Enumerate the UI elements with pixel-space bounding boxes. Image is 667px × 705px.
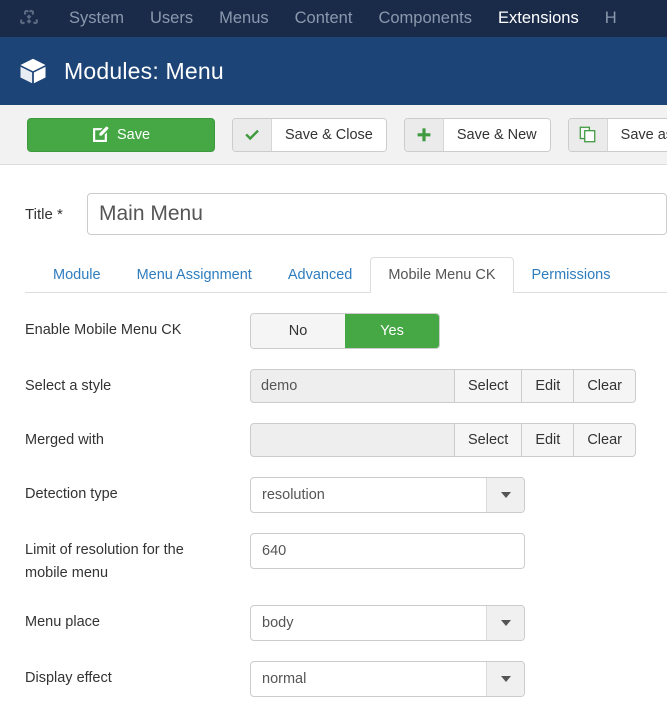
field-row-merged: Merged with Select Edit Clear xyxy=(25,403,667,457)
field-row-detection: Detection type resolution xyxy=(25,457,667,513)
menu-place-label: Menu place xyxy=(25,614,100,630)
style-select-button[interactable]: Select xyxy=(455,369,523,403)
save-new-label: Save & New xyxy=(443,118,550,151)
tab-advanced[interactable]: Advanced xyxy=(270,257,371,293)
tab-bar: Module Menu Assignment Advanced Mobile M… xyxy=(25,257,667,293)
enable-option-no[interactable]: No xyxy=(251,314,345,348)
style-edit-button[interactable]: Edit xyxy=(522,369,575,403)
check-icon xyxy=(233,118,272,151)
enable-toggle[interactable]: No Yes xyxy=(250,313,440,349)
page-title: Modules: Menu xyxy=(64,57,224,84)
limit-label-line1: Limit of resolution for the xyxy=(25,542,184,558)
enable-label: Enable Mobile Menu CK xyxy=(25,322,182,338)
field-row-enable: Enable Mobile Menu CK No Yes xyxy=(25,293,667,349)
nav-item-users[interactable]: Users xyxy=(137,0,206,37)
menu-place-value: body xyxy=(262,615,294,631)
display-effect-label: Display effect xyxy=(25,670,112,686)
merged-select-button[interactable]: Select xyxy=(455,423,523,457)
nav-item-menus[interactable]: Menus xyxy=(206,0,282,37)
style-media-field: Select Edit Clear xyxy=(250,369,636,403)
detection-type-select[interactable]: resolution xyxy=(250,477,525,513)
cube-icon xyxy=(20,58,46,84)
detection-type-value: resolution xyxy=(262,487,325,503)
save-close-label: Save & Close xyxy=(272,118,386,151)
field-row-limit: Limit of resolution for the mobile menu xyxy=(25,513,667,585)
style-clear-button[interactable]: Clear xyxy=(574,369,636,403)
save-close-button[interactable]: Save & Close xyxy=(232,117,387,152)
save-button-label: Save xyxy=(116,126,151,143)
display-effect-value: normal xyxy=(262,671,307,687)
plus-icon xyxy=(404,118,444,151)
chevron-down-icon xyxy=(486,606,524,640)
nav-item-extensions[interactable]: Extensions xyxy=(485,0,592,37)
title-row: Title * xyxy=(25,165,667,257)
copy-icon xyxy=(568,118,608,151)
limit-label-line2: mobile menu xyxy=(25,565,109,581)
style-label: Select a style xyxy=(25,378,112,394)
joomla-logo-icon[interactable] xyxy=(18,8,40,30)
save-button[interactable]: Save xyxy=(27,117,215,152)
tab-menu-assignment[interactable]: Menu Assignment xyxy=(119,257,270,293)
field-row-menu-place: Menu place body xyxy=(25,585,667,641)
chevron-down-icon xyxy=(486,662,524,696)
save-copy-button[interactable]: Save as Co xyxy=(567,117,667,152)
title-input[interactable] xyxy=(87,193,667,235)
nav-item-system[interactable]: System xyxy=(56,0,137,37)
limit-input[interactable] xyxy=(250,533,525,569)
admin-nav-bar: System Users Menus Content Components Ex… xyxy=(0,0,667,37)
limit-label: Limit of resolution for the mobile menu xyxy=(25,533,250,585)
enable-option-yes[interactable]: Yes xyxy=(345,314,439,348)
merged-media-field: Select Edit Clear xyxy=(250,423,636,457)
chevron-down-icon xyxy=(486,478,524,512)
merged-input[interactable] xyxy=(250,423,455,457)
detection-label: Detection type xyxy=(25,486,118,502)
menu-place-select[interactable]: body xyxy=(250,605,525,641)
style-input[interactable] xyxy=(250,369,455,403)
field-row-display-effect: Display effect normal xyxy=(25,641,667,697)
merged-label: Merged with xyxy=(25,432,104,448)
display-effect-select[interactable]: normal xyxy=(250,661,525,697)
pencil-square-icon xyxy=(92,126,109,143)
save-new-button[interactable]: Save & New xyxy=(403,117,551,152)
merged-clear-button[interactable]: Clear xyxy=(574,423,636,457)
nav-item-help[interactable]: H xyxy=(592,0,630,37)
tab-permissions[interactable]: Permissions xyxy=(514,257,629,293)
merged-edit-button[interactable]: Edit xyxy=(522,423,575,457)
save-copy-label: Save as Co xyxy=(607,118,667,151)
toolbar: Save Save & Close Save & New Save as Co xyxy=(0,105,667,165)
tab-mobile-menu-ck[interactable]: Mobile Menu CK xyxy=(370,257,514,293)
page-header: Modules: Menu xyxy=(0,37,667,105)
nav-item-content[interactable]: Content xyxy=(282,0,366,37)
form-area: Title * Module Menu Assignment Advanced … xyxy=(0,165,667,697)
nav-item-components[interactable]: Components xyxy=(365,0,485,37)
field-row-style: Select a style Select Edit Clear xyxy=(25,349,667,403)
tab-module[interactable]: Module xyxy=(35,257,119,293)
title-label: Title * xyxy=(25,205,63,223)
